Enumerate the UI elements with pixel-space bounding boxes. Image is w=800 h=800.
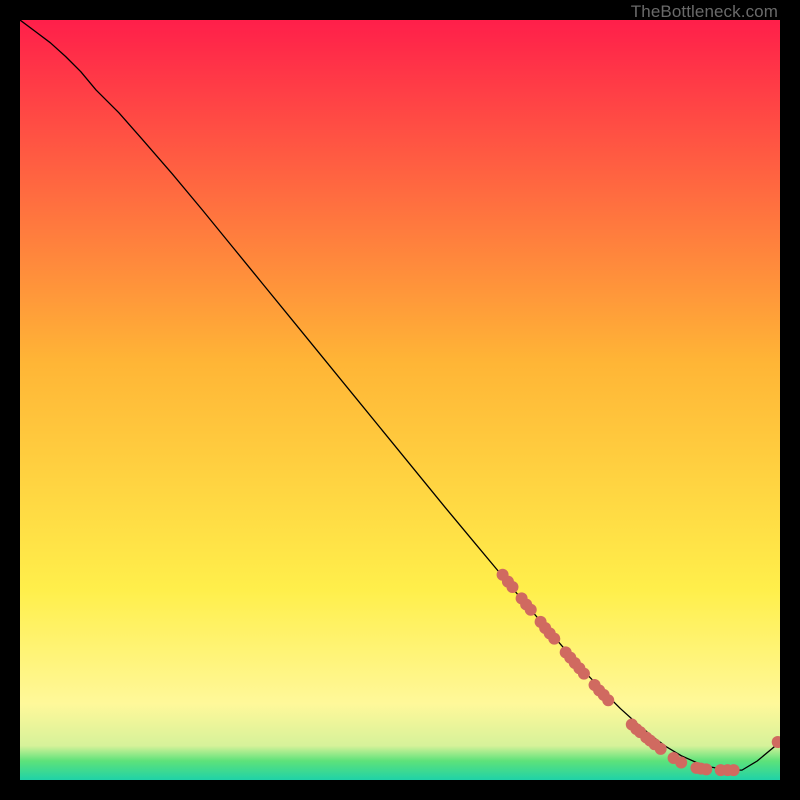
gradient-bg bbox=[20, 20, 780, 780]
chart-svg bbox=[20, 20, 780, 780]
attribution-label: TheBottleneck.com bbox=[631, 2, 778, 22]
marker-dot bbox=[602, 694, 614, 706]
plot-area bbox=[20, 20, 780, 780]
marker-dot bbox=[675, 757, 687, 769]
chart-frame: TheBottleneck.com bbox=[0, 0, 800, 800]
marker-dot bbox=[525, 604, 537, 616]
marker-dot bbox=[655, 743, 667, 755]
marker-dot bbox=[728, 764, 740, 776]
marker-dot bbox=[506, 581, 518, 593]
marker-dot bbox=[700, 763, 712, 775]
marker-dot bbox=[578, 668, 590, 680]
marker-dot bbox=[548, 633, 560, 645]
